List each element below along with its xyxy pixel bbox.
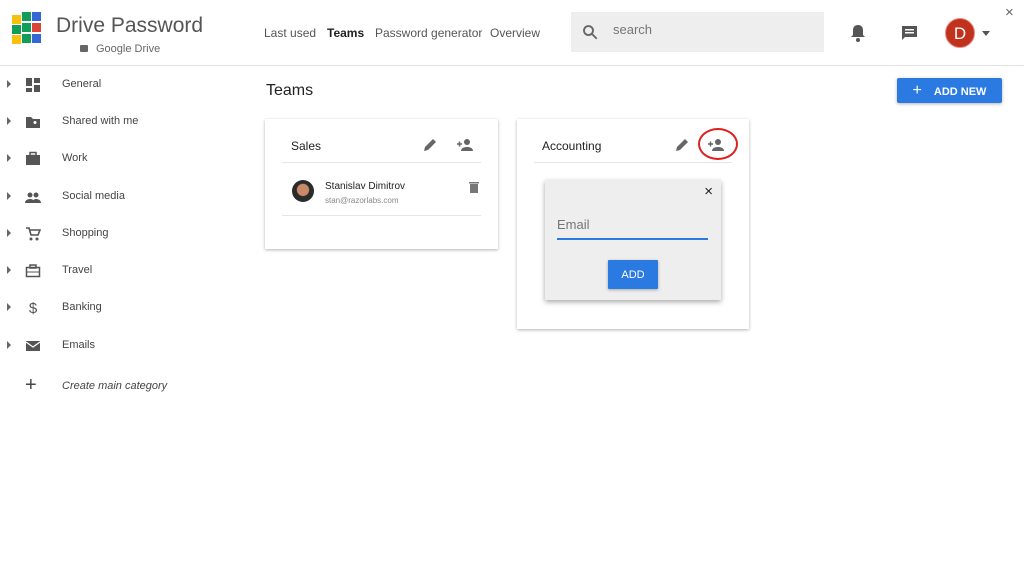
- expand-arrow-icon[interactable]: [7, 229, 11, 237]
- expand-arrow-icon[interactable]: [7, 154, 11, 162]
- bell-icon[interactable]: [850, 24, 866, 42]
- member-name: Stanislav Dimitrov: [325, 181, 406, 192]
- briefcase-icon: [26, 151, 40, 165]
- message-icon[interactable]: [901, 25, 918, 41]
- divider: [534, 162, 732, 163]
- expand-arrow-icon[interactable]: [7, 266, 11, 274]
- divider: [282, 162, 481, 163]
- add-person-icon[interactable]: [456, 138, 474, 152]
- sidebar-item-travel[interactable]: Travel: [0, 261, 240, 281]
- nav-teams[interactable]: Teams: [327, 26, 364, 40]
- lock-icon: [80, 45, 88, 52]
- expand-arrow-icon[interactable]: [7, 303, 11, 311]
- close-icon[interactable]: ×: [704, 183, 713, 200]
- edit-pencil-icon[interactable]: [675, 138, 689, 152]
- drive-password-logo: [12, 12, 48, 46]
- close-icon[interactable]: ×: [1005, 4, 1014, 21]
- expand-arrow-icon[interactable]: [7, 117, 11, 125]
- dollar-icon: $: [28, 300, 38, 317]
- search-icon: [583, 25, 598, 40]
- team-name: Sales: [291, 139, 322, 153]
- sidebar-item-banking[interactable]: $ Banking: [0, 298, 240, 318]
- team-name: Accounting: [542, 139, 602, 153]
- search-input[interactable]: [613, 22, 813, 37]
- member-avatar: [292, 180, 314, 202]
- sidebar-item-general[interactable]: General: [0, 75, 240, 95]
- plus-icon: +: [25, 374, 37, 396]
- expand-arrow-icon[interactable]: [7, 341, 11, 349]
- trash-icon[interactable]: [469, 181, 479, 193]
- add-new-button[interactable]: + ADD NEW: [897, 78, 1002, 103]
- sidebar-item-shopping[interactable]: Shopping: [0, 224, 240, 244]
- account-dropdown-icon[interactable]: [982, 31, 990, 36]
- mail-icon: [25, 341, 41, 351]
- email-input[interactable]: [557, 210, 708, 240]
- user-avatar[interactable]: D: [945, 18, 975, 48]
- google-drive-label: Google Drive: [80, 43, 160, 55]
- team-card-sales: Sales Stanislav Dimitrov stan@razorlabs.…: [265, 119, 498, 249]
- shared-folder-icon: [26, 117, 40, 128]
- sidebar-item-emails[interactable]: Emails: [0, 336, 240, 356]
- nav-password-generator[interactable]: Password generator: [375, 26, 482, 40]
- suitcase-icon: [25, 264, 41, 278]
- app-header: Drive Password Google Drive Last used Te…: [0, 0, 1024, 66]
- people-icon: [25, 192, 41, 203]
- divider: [282, 215, 481, 216]
- plus-icon: +: [912, 81, 922, 99]
- create-main-category[interactable]: + Create main category: [0, 374, 240, 397]
- edit-pencil-icon[interactable]: [423, 138, 437, 152]
- expand-arrow-icon[interactable]: [7, 192, 11, 200]
- nav-last-used[interactable]: Last used: [264, 26, 316, 40]
- sidebar-item-work[interactable]: Work: [0, 149, 240, 169]
- dashboard-icon: [26, 78, 40, 92]
- highlight-circle: [698, 128, 738, 160]
- nav-overview[interactable]: Overview: [490, 26, 540, 40]
- search-box[interactable]: [571, 12, 824, 52]
- add-member-popup: × ADD: [545, 180, 721, 300]
- cart-icon: [26, 227, 41, 241]
- sidebar-item-social-media[interactable]: Social media: [0, 187, 240, 207]
- member-email: stan@razorlabs.com: [325, 196, 399, 205]
- sidebar-item-shared-with-me[interactable]: Shared with me: [0, 112, 240, 132]
- add-member-button[interactable]: ADD: [608, 260, 658, 289]
- expand-arrow-icon[interactable]: [7, 80, 11, 88]
- app-title: Drive Password: [56, 14, 204, 37]
- page-title: Teams: [266, 82, 314, 99]
